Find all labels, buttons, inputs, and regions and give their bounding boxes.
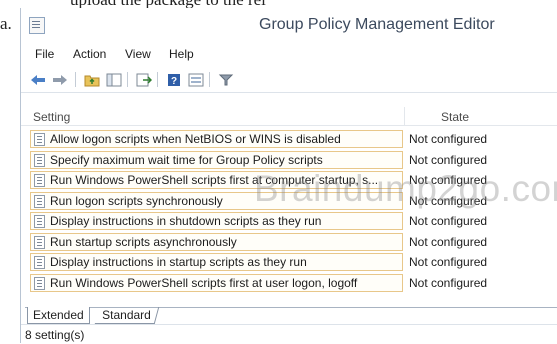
- forward-arrow-icon[interactable]: [51, 71, 69, 88]
- filter-icon[interactable]: [217, 71, 235, 88]
- title-bar[interactable]: Group Policy Management Editor: [21, 8, 557, 42]
- up-folder-icon[interactable]: [83, 71, 101, 88]
- background-document-text: upload the package to the rel: [0, 0, 557, 8]
- help-icon[interactable]: ?: [165, 71, 183, 88]
- setting-state: Not configured: [409, 193, 488, 208]
- export-list-icon[interactable]: [135, 71, 153, 88]
- policy-setting-icon: [34, 215, 45, 228]
- setting-name: Display instructions in shutdown scripts…: [50, 214, 322, 228]
- tab-extended[interactable]: Extended: [27, 307, 90, 324]
- list-item[interactable]: Display instructions in shutdown scripts…: [21, 212, 557, 230]
- setting-cell[interactable]: Run Windows PowerShell scripts first at …: [30, 273, 403, 292]
- setting-cell[interactable]: Display instructions in startup scripts …: [30, 253, 403, 271]
- setting-name: Run logon scripts synchronously: [50, 193, 223, 208]
- setting-state: Not configured: [409, 173, 488, 187]
- setting-state: Not configured: [409, 275, 488, 290]
- list-item[interactable]: Display instructions in startup scripts …: [21, 253, 557, 271]
- background-text-line: upload the package to the rel: [70, 0, 266, 8]
- background-list-marker: a.: [0, 14, 12, 33]
- show-hide-tree-icon[interactable]: [105, 71, 123, 88]
- column-headers: Setting State: [21, 107, 557, 126]
- column-divider[interactable]: [404, 107, 405, 125]
- menu-help[interactable]: Help: [169, 47, 194, 61]
- setting-state: Not configured: [409, 132, 488, 146]
- setting-name: Specify maximum wait time for Group Poli…: [50, 152, 323, 167]
- policy-setting-icon: [34, 256, 45, 269]
- toolbar: ?: [21, 68, 557, 93]
- app-icon[interactable]: [29, 17, 45, 34]
- results-pane: Setting State Allow logon scripts when N…: [21, 94, 557, 304]
- policy-setting-icon: [34, 174, 45, 187]
- svg-text:?: ?: [171, 76, 177, 87]
- policy-setting-icon: [34, 235, 45, 249]
- policy-setting-icon: [34, 153, 45, 167]
- tab-standard-label: Standard: [102, 308, 151, 322]
- menu-file[interactable]: File: [35, 47, 54, 61]
- tab-standard[interactable]: Standard: [94, 307, 159, 324]
- list-item[interactable]: Run startup scripts asynchronously Not c…: [21, 232, 557, 251]
- list-item[interactable]: Run logon scripts synchronously Not conf…: [21, 191, 557, 210]
- toolbar-separator: [127, 72, 128, 87]
- setting-cell[interactable]: Display instructions in shutdown scripts…: [30, 212, 403, 230]
- menu-action[interactable]: Action: [73, 47, 106, 61]
- setting-cell[interactable]: Run startup scripts asynchronously: [30, 232, 403, 251]
- toolbar-separator: [209, 72, 210, 87]
- properties-icon[interactable]: [187, 71, 205, 88]
- setting-cell[interactable]: Allow logon scripts when NetBIOS or WINS…: [30, 130, 403, 148]
- status-bar: 8 setting(s): [21, 324, 557, 344]
- setting-name: Run Windows PowerShell scripts first at …: [50, 275, 358, 290]
- setting-cell[interactable]: Run Windows PowerShell scripts first at …: [30, 171, 403, 189]
- setting-name: Run startup scripts asynchronously: [50, 234, 237, 249]
- window-title: Group Policy Management Editor: [259, 16, 495, 33]
- list-item[interactable]: Run Windows PowerShell scripts first at …: [21, 171, 557, 189]
- setting-cell[interactable]: Run logon scripts synchronously: [30, 191, 403, 210]
- back-arrow-icon[interactable]: [29, 71, 47, 88]
- toolbar-separator: [75, 72, 76, 87]
- policy-setting-icon: [34, 194, 45, 208]
- setting-cell[interactable]: Specify maximum wait time for Group Poli…: [30, 150, 403, 169]
- menu-view[interactable]: View: [125, 47, 151, 61]
- setting-state: Not configured: [409, 234, 488, 249]
- column-header-state[interactable]: State: [441, 110, 469, 124]
- gpm-editor-window: Group Policy Management Editor File Acti…: [20, 8, 557, 343]
- list-item[interactable]: Allow logon scripts when NetBIOS or WINS…: [21, 130, 557, 148]
- setting-name: Run Windows PowerShell scripts first at …: [50, 173, 379, 187]
- setting-state: Not configured: [409, 255, 488, 269]
- setting-name: Allow logon scripts when NetBIOS or WINS…: [50, 132, 341, 146]
- toolbar-separator: [157, 72, 158, 87]
- column-header-setting[interactable]: Setting: [33, 110, 70, 124]
- setting-state: Not configured: [409, 152, 488, 167]
- menu-bar: File Action View Help: [21, 46, 557, 64]
- policy-setting-icon: [34, 276, 45, 290]
- policy-setting-icon: [34, 133, 45, 146]
- setting-state: Not configured: [409, 214, 488, 228]
- list-item[interactable]: Run Windows PowerShell scripts first at …: [21, 273, 557, 292]
- list-item[interactable]: Specify maximum wait time for Group Poli…: [21, 150, 557, 169]
- status-count: 8 setting(s): [25, 328, 85, 342]
- setting-name: Display instructions in startup scripts …: [50, 255, 307, 269]
